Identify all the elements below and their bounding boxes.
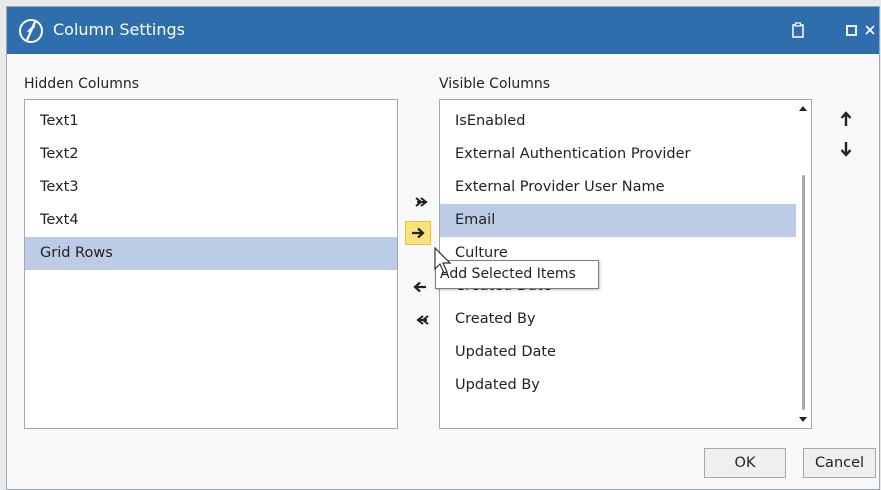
scroll-up-arrow-icon[interactable]: [799, 106, 807, 111]
list-item[interactable]: Text3: [25, 171, 397, 204]
remove-selected-button[interactable]: [407, 275, 433, 299]
remove-all-icon: [416, 315, 429, 325]
add-all-button[interactable]: [409, 190, 435, 214]
close-button[interactable]: [862, 19, 878, 41]
list-item[interactable]: IsEnabled: [440, 105, 796, 138]
remove-all-button[interactable]: [409, 308, 435, 332]
scrollbar-thumb[interactable]: [802, 175, 805, 410]
mouse-pointer-icon: [434, 247, 452, 274]
app-logo-icon: [19, 19, 43, 43]
list-item-selected[interactable]: Grid Rows: [25, 237, 397, 270]
clipboard-button[interactable]: [787, 19, 809, 41]
add-selected-icon: [412, 227, 425, 239]
cancel-button[interactable]: Cancel: [803, 448, 876, 478]
list-item[interactable]: Created By: [440, 303, 796, 336]
column-settings-dialog: Column Settings Hidden Columns Visible C…: [6, 6, 880, 490]
scroll-down-arrow-icon[interactable]: [799, 417, 807, 422]
visible-columns-label: Visible Columns: [439, 76, 551, 92]
title-bar[interactable]: Column Settings: [7, 7, 879, 54]
clipboard-icon: [792, 22, 804, 38]
add-selected-button[interactable]: [405, 221, 431, 245]
list-item[interactable]: Text4: [25, 204, 397, 237]
remove-selected-icon: [413, 281, 426, 293]
hidden-columns-list[interactable]: Text1 Text2 Text3 Text4 Grid Rows: [24, 99, 398, 429]
move-down-button[interactable]: [833, 137, 859, 161]
list-item-selected[interactable]: Email: [440, 204, 796, 237]
hidden-columns-label: Hidden Columns: [24, 76, 140, 92]
maximize-icon: [845, 24, 857, 36]
list-item[interactable]: Text1: [25, 105, 397, 138]
add-all-icon: [415, 197, 428, 207]
vertical-scrollbar[interactable]: [796, 100, 811, 428]
move-up-button[interactable]: [833, 107, 859, 131]
list-item[interactable]: Text2: [25, 138, 397, 171]
list-item[interactable]: External Provider User Name: [440, 171, 796, 204]
list-item[interactable]: Updated Date: [440, 336, 796, 369]
window-title: Column Settings: [53, 20, 185, 39]
tooltip: Add Selected Items: [435, 260, 599, 289]
close-icon: [865, 25, 875, 35]
list-item[interactable]: External Authentication Provider: [440, 138, 796, 171]
ok-button[interactable]: OK: [704, 448, 786, 478]
list-item[interactable]: Updated By: [440, 369, 796, 402]
maximize-button[interactable]: [840, 19, 862, 41]
move-down-icon: [840, 142, 852, 157]
move-up-icon: [840, 111, 852, 126]
